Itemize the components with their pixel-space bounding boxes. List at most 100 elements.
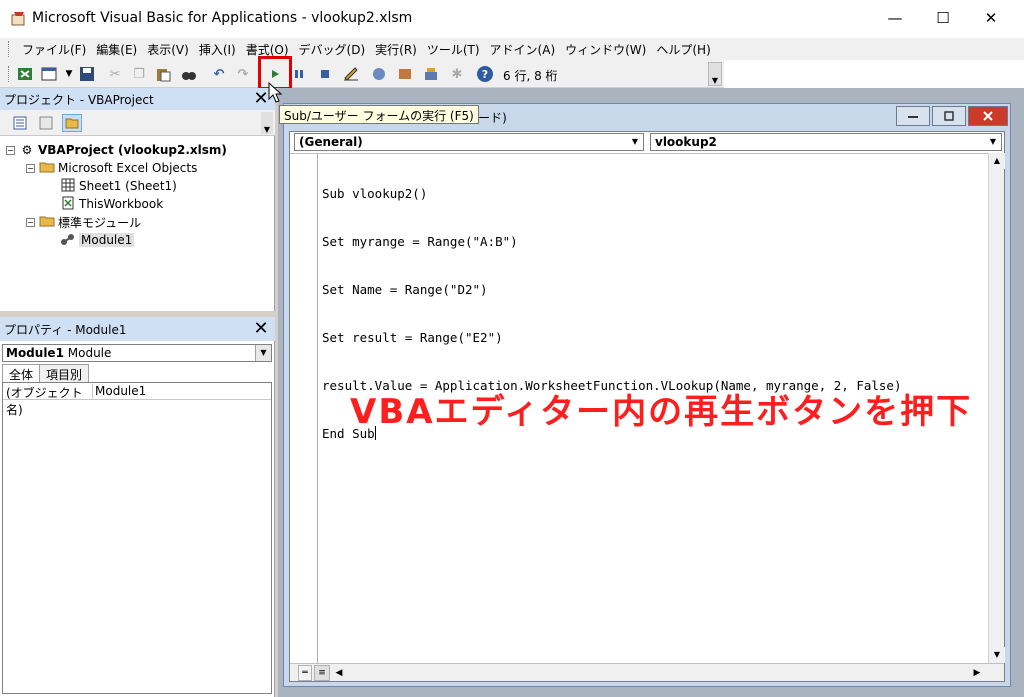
full-module-view-icon[interactable]: ≡ bbox=[314, 665, 330, 681]
stop-icon[interactable] bbox=[316, 65, 334, 83]
toolbar-overflow-button[interactable]: ▼ bbox=[708, 62, 722, 86]
window-titlebar: Microsoft Visual Basic for Applications … bbox=[0, 0, 1024, 38]
maximize-button[interactable]: ☐ bbox=[920, 0, 966, 36]
code-editor[interactable]: Sub vlookup2() Set myrange = Range("A:B"… bbox=[290, 153, 988, 664]
procedure-view-icon[interactable]: ═ bbox=[298, 665, 312, 681]
tree-item-std-modules[interactable]: − 標準モジュール bbox=[26, 213, 141, 231]
object-browser-icon[interactable] bbox=[422, 65, 440, 83]
collapse-icon[interactable]: − bbox=[6, 145, 15, 155]
workbook-icon bbox=[60, 196, 76, 213]
annotation-callout: VBAエディター内の再生ボタンを押下 bbox=[350, 392, 973, 432]
property-value[interactable]: Module1 bbox=[93, 384, 146, 399]
project-explorer-icon[interactable] bbox=[370, 65, 388, 83]
project-explorer-pane: プロジェクト - VBAProject ✕ ▼ − ⚙ VBAProject (… bbox=[0, 88, 275, 311]
project-toolbar: ▼ bbox=[0, 110, 275, 136]
object-combo-value: (General) bbox=[299, 135, 363, 149]
paste-icon[interactable] bbox=[154, 65, 172, 83]
code-line[interactable]: Set myrange = Range("A:B") bbox=[322, 234, 901, 250]
code-minimize-button[interactable] bbox=[896, 106, 930, 126]
chevron-down-icon[interactable]: ▼ bbox=[985, 134, 1001, 150]
window-title: Microsoft Visual Basic for Applications … bbox=[32, 10, 413, 26]
help-icon[interactable]: ? bbox=[476, 65, 494, 83]
find-icon[interactable] bbox=[180, 65, 198, 83]
menu-run[interactable]: 実行(R) bbox=[370, 41, 422, 58]
tree-item-vbaproject[interactable]: − ⚙ VBAProject (vlookup2.xlsm) bbox=[6, 141, 227, 159]
properties-object-combo[interactable]: Module1 Module ▼ bbox=[2, 344, 272, 362]
code-line[interactable]: Set result = Range("E2") bbox=[322, 330, 901, 346]
properties-pane: プロパティ - Module1 ✕ Module1 Module ▼ 全体 項目… bbox=[0, 317, 275, 697]
scroll-left-icon[interactable]: ◀ bbox=[332, 665, 346, 681]
procedure-combo-value: vlookup2 bbox=[655, 135, 717, 149]
procedure-combo[interactable]: vlookup2 ▼ bbox=[650, 133, 1002, 151]
menu-tools[interactable]: ツール(T) bbox=[422, 41, 485, 58]
property-row-name[interactable]: (オブジェクト名) Module1 bbox=[3, 384, 271, 417]
scroll-right-icon[interactable]: ▶ bbox=[970, 665, 984, 681]
collapse-icon[interactable]: − bbox=[26, 217, 35, 227]
mouse-pointer-icon bbox=[268, 82, 283, 103]
code-pane: (General) ▼ vlookup2 ▼ Sub vlookup2() Se… bbox=[289, 131, 1005, 682]
tree-item-sheet1[interactable]: Sheet1 (Sheet1) bbox=[60, 177, 177, 195]
menu-help[interactable]: ヘルプ(H) bbox=[651, 41, 715, 58]
view-code-icon[interactable] bbox=[10, 114, 30, 132]
properties-pane-close-icon[interactable]: ✕ bbox=[251, 318, 271, 339]
tab-categorized[interactable]: 項目別 bbox=[39, 364, 90, 382]
code-restore-button[interactable] bbox=[932, 106, 966, 126]
tree-item-module1[interactable]: Module1 bbox=[60, 231, 135, 249]
menu-view[interactable]: 表示(V) bbox=[142, 41, 194, 58]
close-button[interactable]: ✕ bbox=[968, 0, 1014, 36]
insert-userform-icon[interactable] bbox=[40, 65, 58, 83]
chevron-down-icon[interactable]: ▼ bbox=[627, 134, 643, 150]
collapse-icon[interactable]: − bbox=[26, 163, 35, 173]
folder-icon bbox=[39, 215, 55, 230]
toggle-folders-icon[interactable] bbox=[62, 114, 82, 132]
project-pane-title-text: プロジェクト - VBAProject bbox=[4, 93, 154, 107]
menu-window[interactable]: ウィンドウ(W) bbox=[560, 41, 651, 58]
project-toolbar-overflow[interactable]: ▼ bbox=[261, 112, 273, 134]
object-combo[interactable]: (General) ▼ bbox=[294, 133, 644, 151]
tree-item-excel-objects[interactable]: − Microsoft Excel Objects bbox=[26, 159, 197, 177]
cursor-position: 6 行, 8 桁 bbox=[503, 69, 558, 83]
menu-edit[interactable]: 編集(E) bbox=[91, 41, 142, 58]
properties-tabs: 全体 項目別 bbox=[2, 364, 90, 382]
save-icon[interactable] bbox=[78, 65, 96, 83]
chevron-down-icon[interactable]: ▼ bbox=[255, 345, 271, 361]
run-tooltip: Sub/ユーザー フォームの実行 (F5) bbox=[279, 105, 479, 124]
copy-icon[interactable]: ❐ bbox=[130, 65, 148, 83]
minimize-button[interactable]: — bbox=[872, 0, 918, 36]
toolbar-grip[interactable] bbox=[8, 66, 11, 82]
tree-label-thisworkbook: ThisWorkbook bbox=[79, 197, 164, 211]
scroll-up-icon[interactable]: ▲ bbox=[989, 153, 1005, 169]
code-margin-indicator-bar[interactable] bbox=[290, 154, 318, 664]
menu-grip[interactable] bbox=[8, 41, 11, 57]
code-line[interactable]: Set Name = Range("D2") bbox=[322, 282, 901, 298]
tree-item-thisworkbook[interactable]: ThisWorkbook bbox=[60, 195, 163, 213]
menu-debug[interactable]: デバッグ(D) bbox=[294, 41, 371, 58]
menu-format[interactable]: 書式(O) bbox=[241, 41, 294, 58]
view-object-icon[interactable] bbox=[36, 114, 56, 132]
properties-object-name: Module1 bbox=[6, 346, 64, 360]
redo-icon[interactable]: ↷ bbox=[234, 65, 252, 83]
view-excel-icon[interactable] bbox=[16, 65, 34, 83]
tree-label-std-modules: 標準モジュール bbox=[58, 215, 142, 230]
tree-label-module1: Module1 bbox=[79, 233, 135, 247]
code-close-button[interactable] bbox=[968, 106, 1008, 126]
scroll-down-icon[interactable]: ▼ bbox=[989, 647, 1005, 663]
tab-alphabetic[interactable]: 全体 bbox=[2, 364, 41, 382]
toolbox-icon[interactable]: ✱ bbox=[448, 65, 466, 83]
menu-bar: ファイル(F) 編集(E) 表示(V) 挿入(I) 書式(O) デバッグ(D) … bbox=[0, 38, 1024, 60]
properties-object-type: Module bbox=[67, 346, 112, 360]
undo-icon[interactable]: ↶ bbox=[210, 65, 228, 83]
module-icon bbox=[60, 232, 76, 249]
code-line[interactable]: Sub vlookup2() bbox=[322, 186, 901, 202]
menu-file[interactable]: ファイル(F) bbox=[17, 41, 91, 58]
pause-icon[interactable] bbox=[290, 65, 308, 83]
tree-label-excel-objects: Microsoft Excel Objects bbox=[58, 161, 198, 175]
chevron-down-icon[interactable]: ▼ bbox=[60, 65, 78, 83]
horizontal-scrollbar: ═ ≡ ◀ ▶ bbox=[290, 663, 1004, 681]
cut-icon[interactable]: ✂ bbox=[106, 65, 124, 83]
menu-addins[interactable]: アドイン(A) bbox=[485, 41, 561, 58]
properties-window-icon[interactable] bbox=[396, 65, 414, 83]
design-mode-icon[interactable] bbox=[342, 65, 360, 83]
menu-insert[interactable]: 挿入(I) bbox=[194, 41, 241, 58]
vertical-scrollbar[interactable]: ▲ ▼ bbox=[988, 153, 1005, 663]
